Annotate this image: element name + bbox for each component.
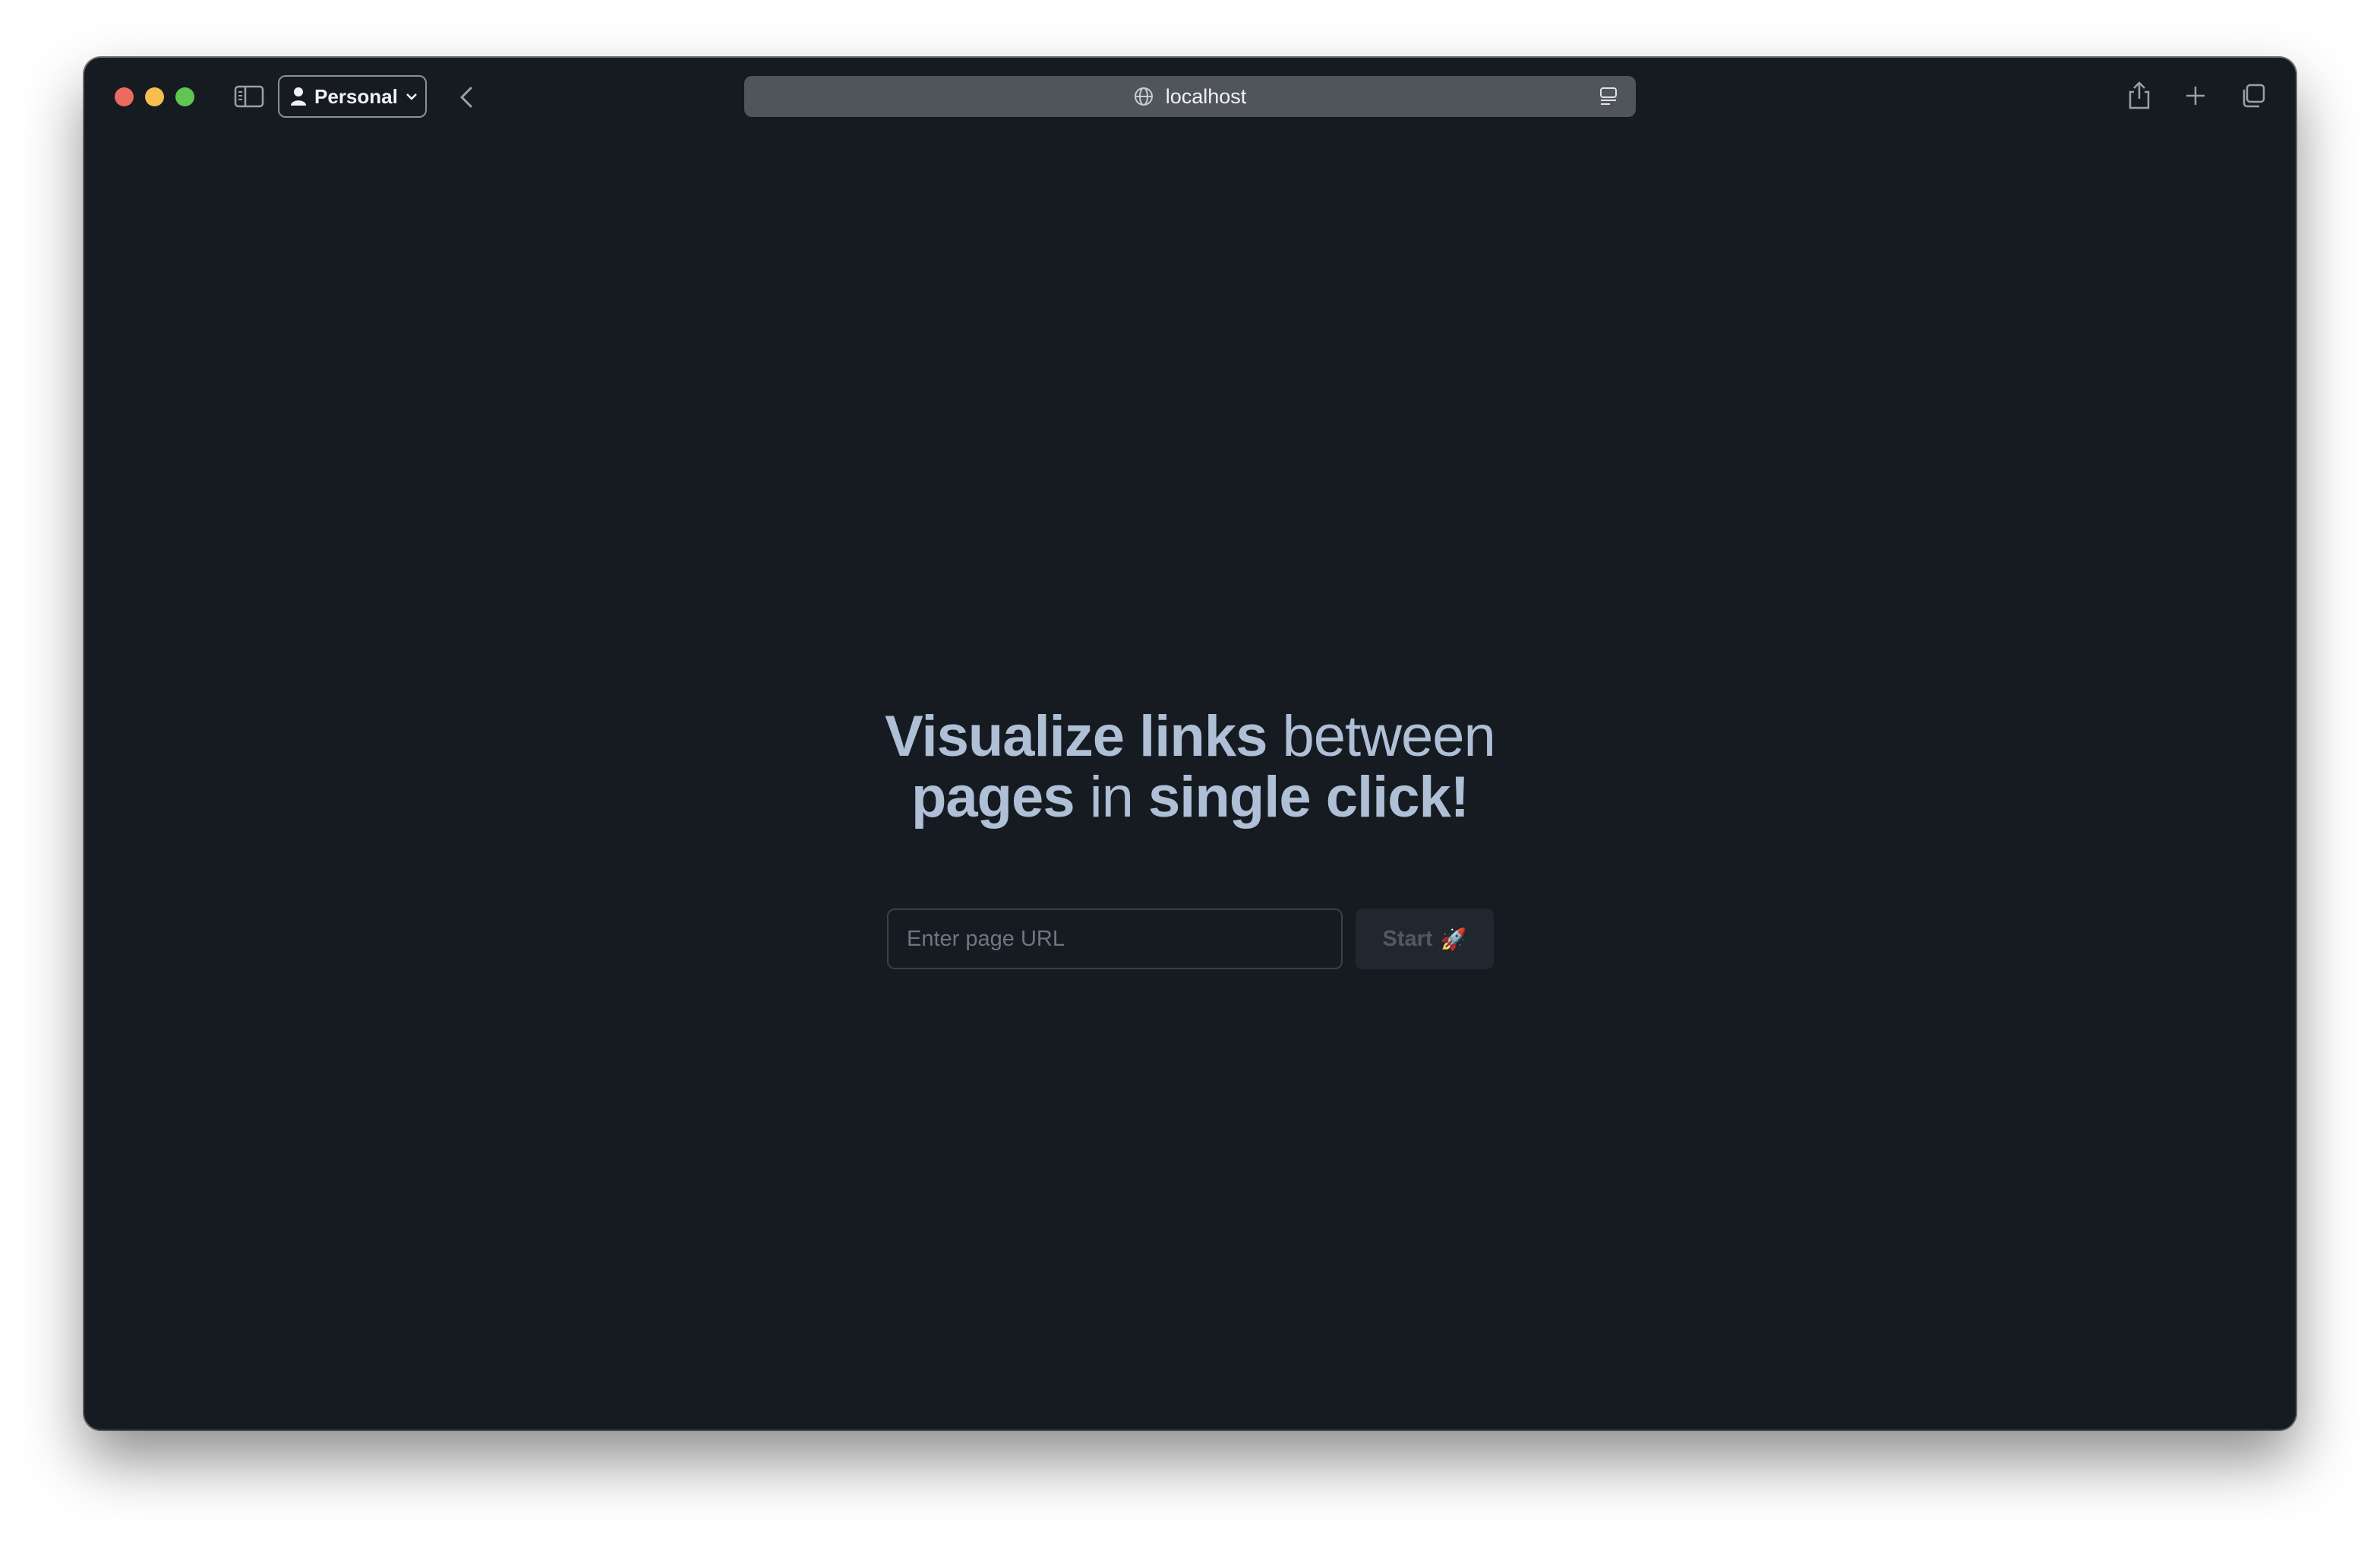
- headline-bold-1: Visualize links: [885, 704, 1267, 769]
- headline-bold-3: pages: [911, 765, 1075, 829]
- browser-window: Personal localhost Visualize links betwe…: [84, 58, 2296, 1430]
- headline-bold-5: single click!: [1147, 765, 1469, 829]
- tab-overview-icon[interactable]: [2238, 81, 2268, 111]
- profile-label: Personal: [314, 84, 398, 108]
- page-content: Visualize links between pages in single …: [84, 134, 2296, 1430]
- start-button-label: Start: [1382, 926, 1433, 951]
- sidebar-icon[interactable]: [234, 84, 264, 109]
- address-bar[interactable]: localhost: [744, 76, 1636, 117]
- rocket-icon: 🚀: [1440, 927, 1467, 951]
- person-icon: [291, 87, 306, 106]
- url-input[interactable]: [887, 908, 1343, 969]
- globe-icon: [1134, 87, 1153, 106]
- plus-icon[interactable]: [2180, 81, 2211, 111]
- reader-icon[interactable]: [1598, 86, 1619, 107]
- start-button[interactable]: Start 🚀: [1356, 908, 1494, 969]
- minimize-window-button[interactable]: [145, 87, 164, 106]
- browser-toolbar: Personal localhost: [84, 58, 2296, 134]
- headline-text-2: between: [1267, 704, 1495, 769]
- maximize-window-button[interactable]: [175, 87, 194, 106]
- close-window-button[interactable]: [115, 87, 134, 106]
- chevron-down-icon: [406, 93, 417, 100]
- share-icon[interactable]: [2124, 81, 2154, 111]
- profile-switcher[interactable]: Personal: [278, 75, 427, 118]
- back-arrow-icon[interactable]: [453, 84, 481, 111]
- address-text: localhost: [1165, 84, 1247, 108]
- headline-text-4: in: [1074, 765, 1148, 829]
- page-headline: Visualize links between pages in single …: [84, 706, 2296, 828]
